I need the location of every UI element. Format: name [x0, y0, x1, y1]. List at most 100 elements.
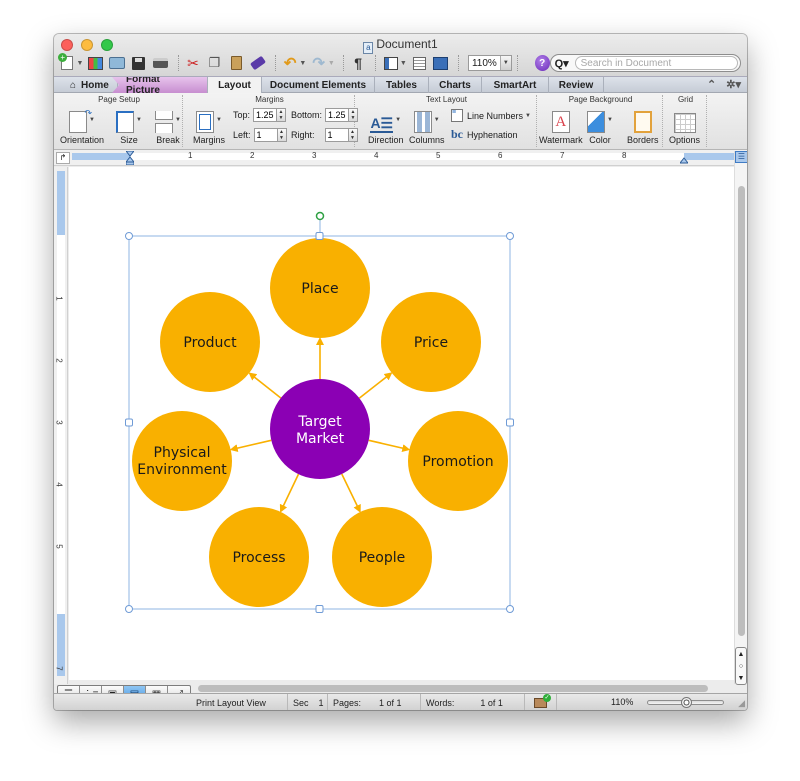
rotation-handle[interactable] — [315, 211, 325, 221]
stepper-arrows-icon[interactable]: ▲ ▼ — [277, 108, 287, 122]
resize-handle-corner[interactable] — [506, 232, 514, 240]
zoom-slider-knob[interactable] — [680, 697, 692, 708]
page-color-button[interactable]: ▼ Color — [587, 107, 613, 145]
resize-handle-side[interactable] — [506, 418, 514, 427]
page-size-icon — [116, 111, 134, 133]
collapse-ribbon-icon[interactable]: ⌃ — [707, 78, 716, 91]
ruler-number: 3 — [312, 151, 317, 160]
line-numbers-button[interactable]: ≡ Line Numbers ▼ — [451, 109, 531, 122]
new-document-button[interactable]: + — [58, 53, 77, 73]
left-margin-input[interactable] — [253, 128, 278, 142]
right-margin-field: Right: ▲▼ — [291, 128, 358, 142]
node-label-physical-environment: Physical — [154, 445, 211, 461]
hyphenation-button[interactable]: bc Hyphenation — [451, 127, 518, 142]
document-page[interactable]: Place Price Promotion People Process Physical… — [69, 167, 734, 680]
undo-icon: ↶ — [283, 55, 297, 72]
tab-layout[interactable]: Layout — [208, 77, 262, 94]
tab-smartart[interactable]: SmartArt — [482, 77, 549, 93]
copy-icon: ❐ — [208, 55, 221, 70]
right-margin-stepper[interactable]: ▲▼ — [324, 128, 358, 142]
open-button[interactable] — [108, 53, 127, 73]
resize-handle-side[interactable] — [315, 605, 324, 613]
resize-handle-corner[interactable] — [506, 605, 514, 613]
sidebar-button[interactable] — [381, 53, 400, 73]
toolbox-button[interactable] — [410, 53, 429, 73]
ruler-number: 1 — [188, 151, 193, 160]
tab-review[interactable]: Review — [549, 77, 604, 93]
stepper-arrows-icon[interactable]: ▲ ▼ — [277, 128, 287, 142]
right-margin-input[interactable] — [324, 128, 349, 142]
cut-button[interactable]: ✂ — [184, 53, 203, 73]
horizontal-ruler[interactable]: ↱ 1 2 3 4 5 6 7 8 — [54, 150, 747, 166]
bottom-margin-field: Bottom: ▲▼ — [291, 108, 359, 122]
copy-button[interactable]: ❐ — [205, 53, 224, 73]
save-button[interactable] — [130, 53, 149, 73]
format-painter-button[interactable] — [248, 53, 267, 73]
size-button[interactable]: ▼ Size — [116, 107, 142, 145]
vertical-scrollbar[interactable]: ☰ ▲ ○ ▼ — [734, 151, 747, 685]
tab-charts[interactable]: Charts — [429, 77, 482, 93]
resize-handle-corner[interactable] — [125, 232, 133, 240]
resize-grip-icon[interactable]: ◢ — [738, 698, 745, 709]
spelling-check-book-icon: ✓ — [534, 693, 551, 708]
grid-options-button[interactable]: Options — [669, 107, 700, 145]
orientation-button[interactable]: ↷ ▼ Orientation — [60, 107, 104, 145]
vertical-scroll-thumb[interactable] — [738, 186, 745, 636]
show-formatting-button[interactable]: ¶ — [349, 53, 368, 73]
help-button[interactable]: ? — [534, 55, 550, 71]
chevron-down-icon: ▼ — [499, 56, 511, 70]
search-icon[interactable]: Q▾ — [555, 57, 575, 70]
undo-dropdown[interactable]: ▼ — [299, 60, 306, 67]
resize-handle-side[interactable] — [125, 418, 133, 427]
first-line-indent-marker[interactable] — [124, 150, 136, 166]
page-borders-button[interactable]: Borders — [627, 107, 659, 145]
break-button[interactable]: ▼ Break — [155, 107, 181, 145]
margins-button[interactable]: ▼ Margins — [193, 107, 225, 145]
undo-button[interactable]: ↶ — [281, 53, 300, 73]
right-indent-marker[interactable] — [678, 151, 690, 164]
print-button[interactable] — [151, 53, 170, 73]
direction-button[interactable]: A☰ ▼ Direction — [368, 107, 404, 145]
proofing-status[interactable]: ✓ — [525, 693, 557, 710]
tab-home[interactable]: ⌂ Home — [54, 77, 118, 93]
search-input[interactable] — [574, 56, 739, 70]
horizontal-scrollbar[interactable] — [194, 684, 714, 693]
node-circle-physical-environment[interactable] — [132, 411, 232, 511]
redo-button[interactable]: ↷ — [309, 53, 328, 73]
target-market-diagram[interactable]: Place Price Promotion People Process Physical… — [69, 167, 734, 680]
redo-dropdown[interactable]: ▼ — [328, 60, 335, 67]
left-margin-field: Left: ▲▼ — [233, 128, 287, 142]
resize-handle-side[interactable] — [315, 232, 324, 240]
toolbox-icon — [412, 56, 426, 70]
toolbar-separator — [457, 55, 459, 71]
grid-icon — [673, 113, 696, 133]
tab-document-elements[interactable]: Document Elements — [262, 77, 375, 93]
ruler-number: 3 — [54, 420, 64, 425]
ribbon-settings-gear-icon[interactable]: ✲▾ — [726, 78, 741, 91]
redo-icon: ↷ — [312, 55, 325, 72]
zoom-slider[interactable] — [647, 697, 724, 708]
bottom-margin-input[interactable] — [325, 108, 350, 122]
bottom-margin-stepper[interactable]: ▲▼ — [325, 108, 359, 122]
ruler-toggle-icon[interactable]: ☰ — [735, 151, 747, 163]
watermark-button[interactable]: A Watermark — [539, 107, 583, 145]
sidebar-dropdown[interactable]: ▼ — [400, 60, 407, 67]
left-margin-stepper[interactable]: ▲▼ — [253, 128, 287, 142]
tab-format-picture[interactable]: Format Picture — [112, 77, 208, 93]
browse-object-icon[interactable]: ○ — [739, 663, 743, 670]
next-page-icon[interactable]: ▼ — [738, 675, 745, 682]
media-browser-button[interactable] — [431, 53, 450, 73]
gallery-button[interactable] — [86, 53, 105, 73]
tab-stop-selector-icon[interactable]: ↱ — [56, 152, 70, 164]
top-margin-input[interactable] — [253, 108, 278, 122]
top-margin-stepper[interactable]: ▲▼ — [253, 108, 287, 122]
columns-button[interactable]: ▼ Columns — [409, 107, 445, 145]
resize-handle-corner[interactable] — [125, 605, 133, 613]
vertical-ruler[interactable]: 1 2 3 4 5 7 — [54, 167, 68, 684]
tab-tables[interactable]: Tables — [375, 77, 429, 93]
previous-page-icon[interactable]: ▲ — [738, 651, 745, 658]
paste-button[interactable] — [227, 53, 246, 73]
zoom-dropdown[interactable]: 110% ▼ — [467, 55, 512, 71]
horizontal-scroll-thumb[interactable] — [198, 685, 708, 692]
new-document-dropdown[interactable]: ▼ — [77, 60, 84, 67]
